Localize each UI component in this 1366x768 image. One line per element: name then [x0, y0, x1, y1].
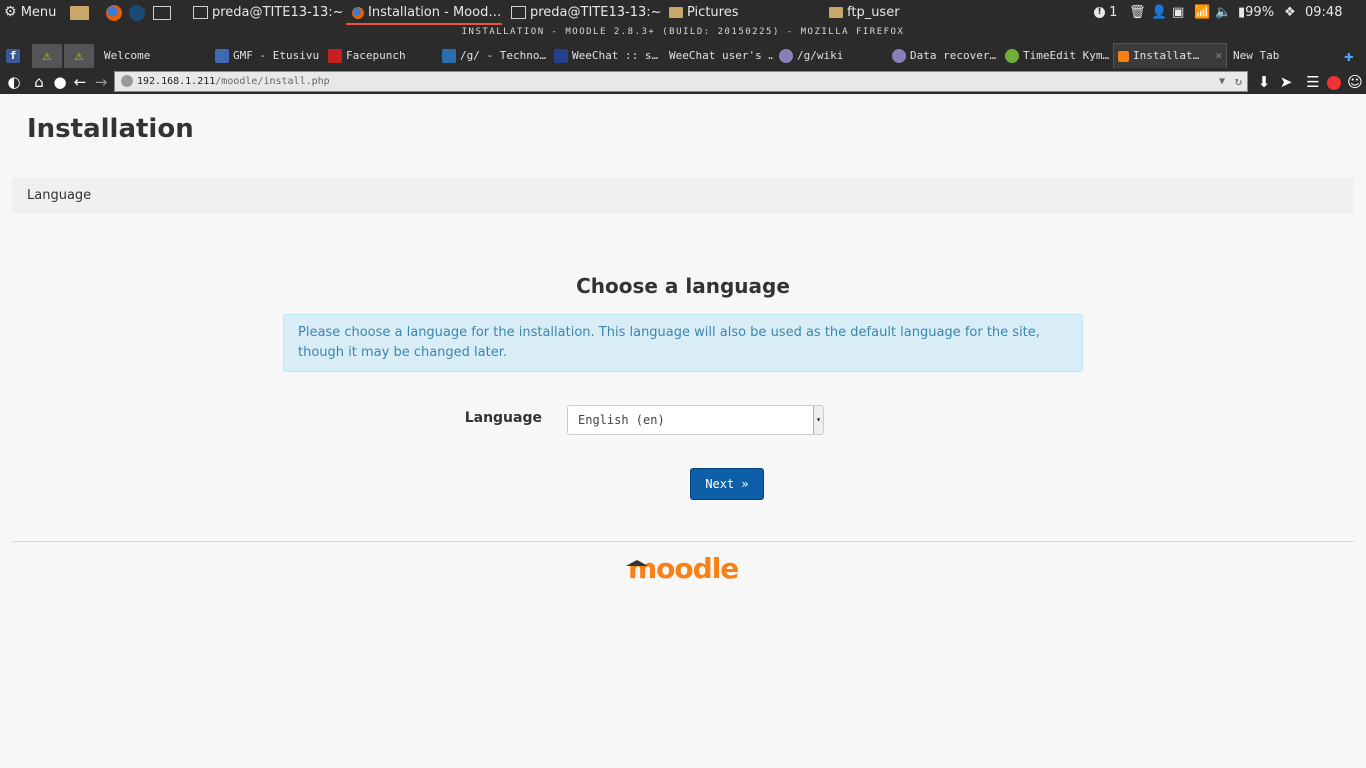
url-host: 192.168.1.211: [137, 76, 216, 87]
task-firefox[interactable]: Installation - Mood…: [346, 0, 502, 25]
trash-icon[interactable]: 🗑: [1129, 0, 1146, 25]
firefox-launcher[interactable]: [106, 0, 122, 25]
tab-timeedit[interactable]: TimeEdit Kym…: [1005, 44, 1109, 68]
home-icon[interactable]: ⌂: [30, 72, 48, 92]
send-icon[interactable]: ➤: [1277, 72, 1295, 92]
moodle-logo: moodle: [626, 552, 739, 585]
moodle-icon: [1118, 50, 1129, 62]
close-tab-icon[interactable]: ✕: [1215, 44, 1222, 68]
page-content: Installation Language Choose a language …: [0, 94, 1366, 768]
page-title: Installation: [27, 114, 194, 144]
stop-icon[interactable]: ●: [51, 72, 69, 92]
4chan-icon: [442, 49, 456, 63]
language-label: Language: [464, 410, 542, 426]
task-terminal-2[interactable]: preda@TITE13-13:~: [511, 0, 662, 25]
footer-divider: [12, 541, 1354, 542]
menu-button[interactable]: ⚙ Menu: [4, 0, 56, 25]
task-terminal-1[interactable]: preda@TITE13-13:~: [193, 0, 344, 25]
weechat-icon: [554, 49, 568, 63]
tab-data-recovery[interactable]: Data recover…: [892, 44, 997, 68]
file-manager-launcher[interactable]: [70, 0, 93, 25]
tab-g-wiki[interactable]: /g/wiki: [779, 44, 884, 68]
chat-icon[interactable]: ☺: [1346, 72, 1364, 92]
gmf-icon: [215, 49, 229, 63]
clover-icon: [779, 49, 793, 63]
gear-icon: ⚙: [4, 4, 17, 20]
task-ftp-user[interactable]: ftp_user: [829, 0, 900, 25]
warning-icon: ⚠: [74, 48, 84, 64]
notification-indicator[interactable]: ! 1: [1094, 0, 1117, 25]
facebook-icon: f: [6, 49, 20, 63]
folder-icon: [829, 7, 843, 18]
tab-bar: f ⚠ ⚠ Welcome GMF - Etusivu Facepunch /g…: [0, 40, 1366, 70]
tab-weechat-1[interactable]: WeeChat :: s…: [554, 44, 659, 68]
clover-icon: [892, 49, 906, 63]
language-select-value: English (en): [578, 413, 665, 427]
screenshot-icon[interactable]: ▣: [1172, 0, 1184, 25]
firefox-icon: [106, 4, 122, 21]
dropbox-icon[interactable]: ❖: [1284, 0, 1296, 25]
forward-icon[interactable]: →: [92, 72, 110, 92]
terminal-launcher[interactable]: [153, 0, 175, 25]
tab-new-tab[interactable]: New Tab: [1233, 44, 1333, 68]
task-pictures[interactable]: Pictures: [669, 0, 738, 25]
terminal-icon: [193, 6, 208, 19]
url-bar[interactable]: 192.168.1.211/moodle/install.php ▼ ↻: [114, 71, 1248, 92]
pinned-tab-warning-2[interactable]: ⚠: [64, 44, 94, 68]
steam-launcher[interactable]: [129, 0, 145, 25]
timeedit-icon: [1005, 49, 1019, 63]
folder-icon: [669, 7, 683, 18]
tab-welcome[interactable]: Welcome: [104, 44, 209, 68]
window-title: INSTALLATION - MOODLE 2.8.3+ (BUILD: 201…: [0, 25, 1366, 40]
tab-g-technology[interactable]: /g/ - Techno…: [442, 44, 546, 68]
facepunch-icon: [328, 49, 342, 63]
new-tab-plus-icon[interactable]: ✚: [1344, 44, 1362, 68]
language-select[interactable]: English (en) ▾: [567, 405, 824, 435]
tab-facepunch[interactable]: Facepunch: [328, 44, 436, 68]
terminal-icon: [511, 6, 526, 19]
next-button[interactable]: Next »: [690, 468, 764, 500]
firefox-icon: [352, 6, 364, 19]
terminal-icon: [153, 5, 171, 20]
info-message: Please choose a language for the install…: [283, 314, 1083, 372]
pinned-tab-facebook[interactable]: f: [6, 44, 26, 68]
pinned-tab-warning-1[interactable]: ⚠: [32, 44, 62, 68]
steam-icon: [129, 4, 145, 21]
user-icon[interactable]: 👤: [1151, 0, 1167, 25]
breadcrumb: Language: [12, 178, 1354, 213]
alert-icon: !: [1094, 7, 1105, 18]
dropdown-icon[interactable]: ▼: [1219, 72, 1225, 91]
wifi-icon[interactable]: 📶: [1194, 0, 1210, 25]
section-heading: Choose a language: [576, 274, 790, 298]
folder-icon: [70, 5, 89, 20]
volume-icon[interactable]: 🔈: [1215, 0, 1231, 25]
menu-label: Menu: [20, 5, 57, 20]
history-icon[interactable]: ◐: [2, 72, 26, 92]
tab-weechat-2[interactable]: WeeChat user's …: [669, 44, 773, 68]
tab-gmf[interactable]: GMF - Etusivu: [215, 44, 323, 68]
globe-icon: [121, 75, 133, 87]
nav-bar: ◐ ⌂ ● ← → 192.168.1.211/moodle/install.p…: [0, 70, 1366, 94]
system-panel: ⚙ Menu preda@TITE13-13:~ Installation - …: [0, 0, 1366, 25]
clock[interactable]: 09:48: [1305, 0, 1342, 25]
hamburger-menu-icon[interactable]: ☰: [1303, 72, 1323, 92]
chevron-down-icon: ▾: [813, 406, 823, 434]
addon-red-icon[interactable]: [1326, 72, 1342, 92]
tab-installation[interactable]: Installat… ✕: [1113, 43, 1227, 68]
reload-icon[interactable]: ↻: [1235, 72, 1242, 91]
download-icon[interactable]: ⬇: [1255, 72, 1273, 92]
graduation-cap-icon: [626, 560, 648, 566]
battery-indicator[interactable]: ▮99%: [1238, 0, 1274, 25]
back-icon[interactable]: ←: [71, 72, 89, 92]
warning-icon: ⚠: [42, 48, 52, 64]
url-path: /moodle/install.php: [215, 76, 330, 87]
